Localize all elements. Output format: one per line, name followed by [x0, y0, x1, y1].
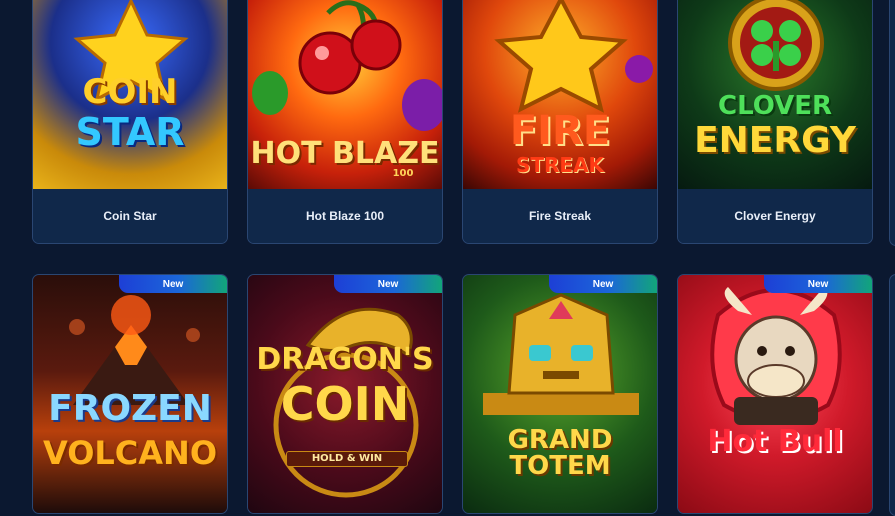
game-card-grand-totem[interactable]: New GRAND TOTEM [462, 274, 658, 514]
game-logo-line-2: COIN [280, 377, 410, 431]
game-logo-line-3: HOLD & WIN [286, 451, 408, 467]
game-thumbnail[interactable]: HOT BLAZE 100 [248, 0, 442, 189]
new-badge: New [119, 275, 227, 293]
new-badge: New [334, 275, 442, 293]
game-logo-line-1: GRAND TOTEM [507, 425, 613, 481]
game-logo-line-2: VOLCANO [42, 434, 218, 472]
game-card-frozen-volcano[interactable]: New FROZEN VOLCANO [32, 274, 228, 514]
next-card-partial[interactable] [889, 274, 895, 516]
game-card-clover-energy[interactable]: CLOVER ENERGY Clover Energy [677, 0, 873, 244]
game-logo-line-1: FIRE [509, 108, 611, 154]
new-badge: New [764, 275, 872, 293]
game-card-hot-blaze-100[interactable]: HOT BLAZE 100 Hot Blaze 100 [247, 0, 443, 244]
game-logo-line-2: STAR [75, 110, 185, 154]
game-card-fire-streak[interactable]: FIRE STREAK Fire Streak [462, 0, 658, 244]
game-title: Clover Energy [678, 189, 872, 243]
game-logo-line-1: HOT BLAZE [250, 136, 440, 171]
game-title: Fire Streak [463, 189, 657, 243]
game-logo-line-1: COIN [82, 72, 178, 112]
new-badge: New [549, 275, 657, 293]
game-thumbnail[interactable]: New FROZEN VOLCANO [33, 275, 227, 513]
game-logo-line-2: 100 [392, 168, 414, 179]
game-logo-line-1: CLOVER [717, 91, 833, 121]
game-thumbnail[interactable]: New GRAND TOTEM [463, 275, 657, 513]
game-thumbnail[interactable]: New DRAGON'S COIN HOLD & WIN [248, 275, 442, 513]
game-card-coin-star[interactable]: COIN STAR Coin Star [32, 0, 228, 244]
game-logo-line-2: STREAK [515, 153, 605, 177]
bull-icon [710, 287, 842, 425]
game-title: Coin Star [33, 189, 227, 243]
game-card-hot-bull[interactable]: New Hot Bull [677, 274, 873, 514]
game-logo-line-1: Hot Bull [707, 424, 843, 459]
game-thumbnail[interactable]: New Hot Bull [678, 275, 872, 513]
game-logo-line-1: DRAGON'S [256, 342, 434, 377]
game-title: Hot Blaze 100 [248, 189, 442, 243]
game-thumbnail[interactable]: FIRE STREAK [463, 0, 657, 189]
next-card-partial[interactable] [889, 0, 895, 246]
game-thumbnail[interactable]: CLOVER ENERGY [678, 0, 872, 189]
game-thumbnail[interactable]: COIN STAR [33, 0, 227, 189]
game-logo-line-2: ENERGY [694, 120, 856, 161]
game-logo-line-1: FROZEN [48, 388, 212, 429]
game-card-dragons-coin[interactable]: New DRAGON'S COIN HOLD & WIN [247, 274, 443, 514]
